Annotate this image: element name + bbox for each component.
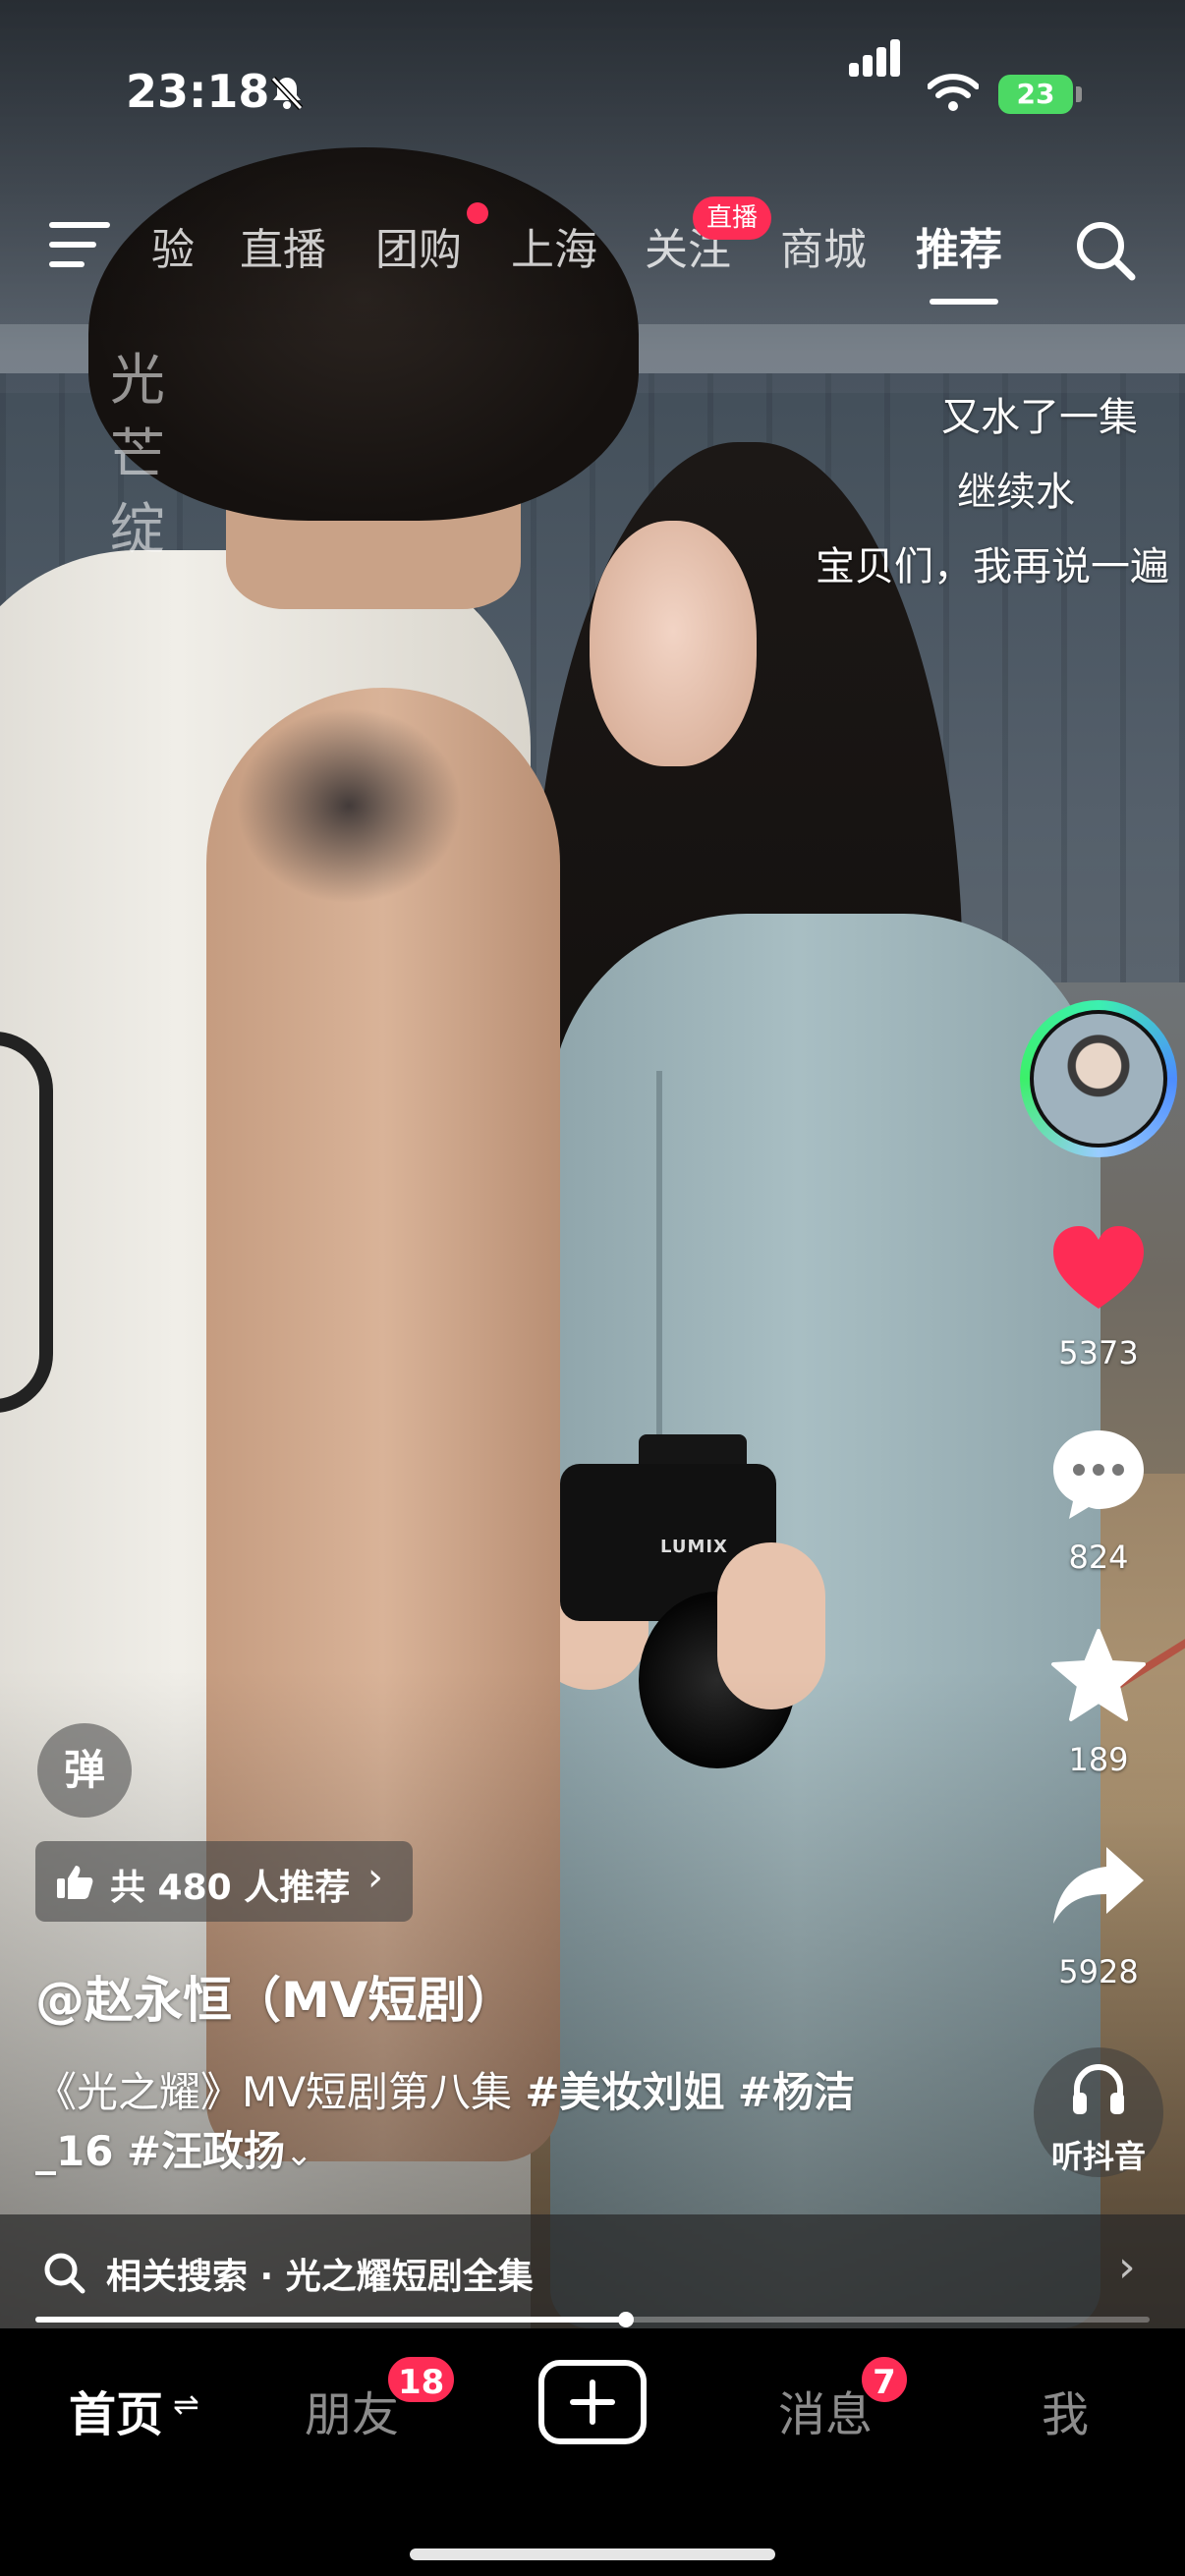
tab-live[interactable]: 直播 (240, 214, 326, 277)
video-feed-screen: LUMIX 光芒绽 23:18 23 验 直播 团购 上海 关注 直播 商城 推… (0, 0, 1185, 2576)
live-badge: 直播 (693, 196, 771, 240)
comment-count: 824 (1068, 1539, 1129, 1576)
tab-experience[interactable]: 验 (151, 214, 195, 277)
danmaku-comment: 继续水 (957, 470, 1075, 515)
active-tab-indicator (930, 299, 998, 305)
mute-bell-icon (270, 76, 304, 111)
top-gradient (0, 0, 1185, 354)
tab-mall[interactable]: 商城 (780, 214, 867, 277)
description-text: 《光之耀》MV短剧第八集 (35, 2068, 526, 2116)
battery-level: 23 (998, 75, 1073, 114)
tab-recommend[interactable]: 推荐 (916, 214, 1002, 277)
tab-shanghai[interactable]: 上海 (511, 214, 597, 277)
share-count: 5928 (1058, 1953, 1139, 1990)
woman-face (590, 521, 757, 766)
related-search-label: 相关搜索 · 光之耀短剧全集 (106, 2257, 534, 2297)
tab-group-buy[interactable]: 团购 (375, 214, 462, 277)
video-progress-knob[interactable] (618, 2312, 634, 2327)
create-plus-button[interactable] (538, 2360, 647, 2444)
danmaku-comment: 又水了一集 (941, 395, 1138, 440)
like-count: 5373 (1058, 1334, 1139, 1372)
headphones-icon (1073, 2064, 1124, 2114)
chevron-right-icon: › (1118, 2242, 1136, 2292)
home-indicator (410, 2548, 775, 2560)
hashtag[interactable]: #汪政扬 (127, 2127, 285, 2175)
man-tattoo (236, 707, 462, 904)
danmaku-comment: 宝贝们，我再说一遍 (816, 544, 1169, 589)
search-icon (44, 2253, 85, 2294)
creator-avatar[interactable] (1030, 1010, 1167, 1148)
video-description[interactable]: 《光之耀》MV短剧第八集 #美妆刘姐 #杨洁_16 #汪政扬⌄ (35, 2063, 920, 2184)
friends-badge: 18 (385, 2354, 458, 2405)
tab-me[interactable]: 我 (1042, 2376, 1089, 2444)
search-icon[interactable] (1071, 216, 1140, 285)
listen-label: 听抖音 (1050, 2138, 1146, 2175)
hashtag[interactable]: #美妆刘姐 (525, 2068, 724, 2116)
video-watermark: 光芒绽 (110, 349, 165, 562)
menu-icon[interactable] (49, 222, 110, 271)
share-arrow-icon[interactable] (1047, 1837, 1150, 1939)
messages-badge: 7 (859, 2354, 910, 2405)
wifi-icon (928, 74, 979, 111)
recommend-count: 共 480 人推荐 (110, 1868, 351, 1908)
comment-bubble-icon[interactable] (1047, 1423, 1150, 1525)
tab-home[interactable]: 首页 (69, 2376, 163, 2444)
danmaku-toggle-button[interactable]: 弹 (37, 1723, 132, 1818)
thumbs-up-icon (57, 1866, 93, 1899)
refresh-toggle-icon: ⇌ (173, 2385, 199, 2423)
status-time: 23:18 (126, 65, 270, 118)
video-progress-fill (35, 2317, 626, 2323)
like-heart-icon[interactable] (1047, 1218, 1150, 1320)
tab-friends[interactable]: 朋友 (305, 2376, 399, 2444)
jacket-zipper (656, 1071, 662, 1464)
author-name[interactable]: @赵永恒（MV短剧） (35, 1961, 515, 2032)
battery-tip (1076, 86, 1082, 102)
favorite-count: 189 (1068, 1741, 1129, 1778)
chevron-down-icon[interactable]: ⌄ (285, 2135, 313, 2174)
plus-icon-v (590, 2380, 595, 2425)
chevron-right-icon: › (367, 1855, 383, 1900)
group-buy-dot (467, 202, 488, 224)
camera-brand-mark: LUMIX (660, 1537, 728, 1557)
tab-messages[interactable]: 消息 (778, 2376, 873, 2444)
favorite-star-icon[interactable] (1047, 1625, 1150, 1727)
jersey-number (0, 1032, 53, 1413)
